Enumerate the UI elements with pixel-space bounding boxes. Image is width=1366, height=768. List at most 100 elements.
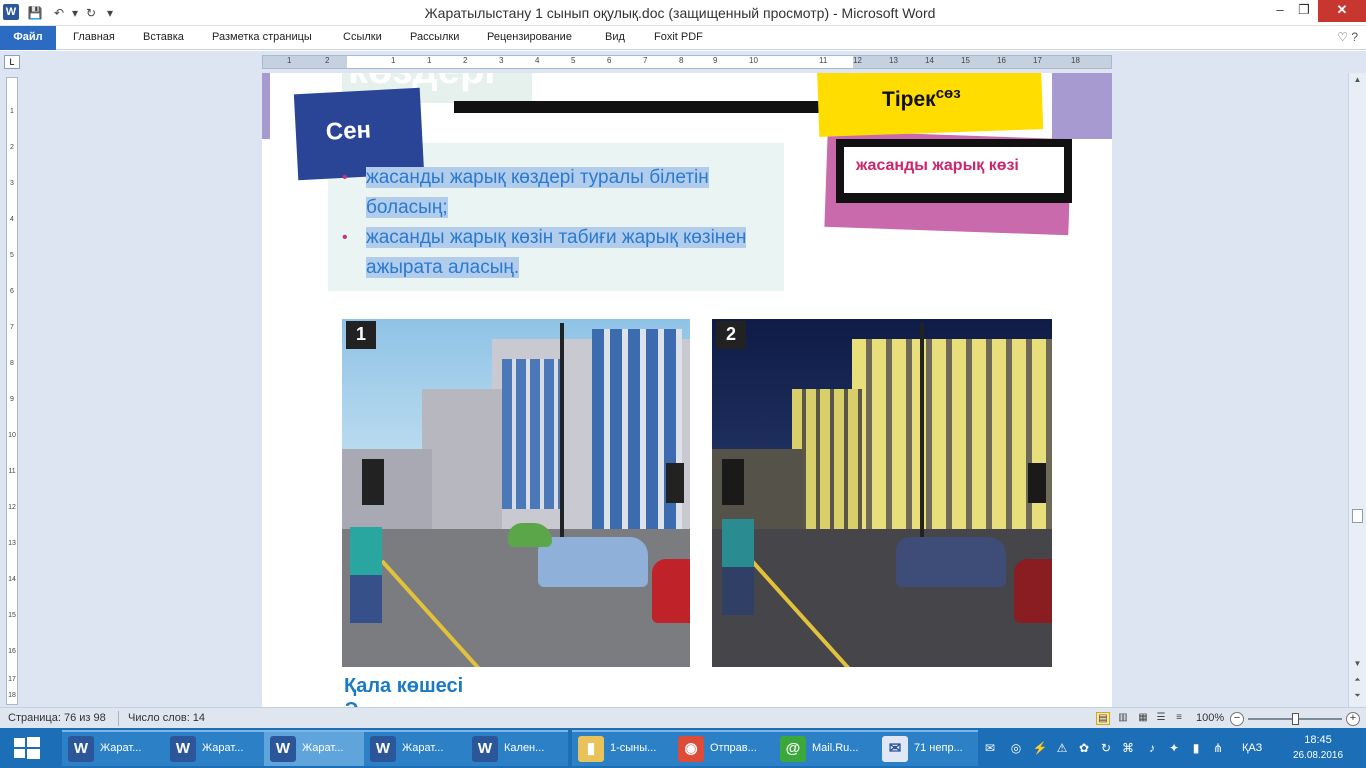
system-tray: ✉ ◎ ⚡ ⚠ ✿ ↻ ⌘ ♪ ✦ ▮ ⋔ ҚАЗ 18:45 26.08.20… xyxy=(980,728,1366,768)
app-tray-icon[interactable]: ✦ xyxy=(1166,740,1182,756)
ruler-tick: 2 xyxy=(463,56,468,65)
street-lamp xyxy=(920,323,924,543)
taskbar-app-8[interactable]: ✉ 71 непр... xyxy=(876,730,978,766)
taskbar-app-0[interactable]: W Жарат... xyxy=(62,730,164,766)
ruler-tick: 12 xyxy=(853,56,862,65)
full-screen-reading-icon[interactable]: ▥ xyxy=(1116,712,1130,725)
taskbar-app-3[interactable]: W Жарат... xyxy=(364,730,466,766)
restore-button[interactable]: ❐ xyxy=(1286,0,1322,22)
ruler-tick: 11 xyxy=(8,468,16,475)
warning-icon[interactable]: ⚠ xyxy=(1054,740,1070,756)
close-button[interactable]: ✕ xyxy=(1318,0,1366,22)
mail-tray-icon[interactable]: ✉ xyxy=(982,740,998,756)
network-device-icon[interactable]: ⌘ xyxy=(1120,740,1136,756)
clock-date[interactable]: 26.08.2016 xyxy=(1288,750,1348,761)
taskbar-app-6[interactable]: ◉ Отправ... xyxy=(672,730,774,766)
tab-mailings[interactable]: Рассылки xyxy=(410,31,459,43)
tab-insert[interactable]: Вставка xyxy=(143,31,184,43)
tab-home[interactable]: Главная xyxy=(73,31,115,43)
ribbon-tabs: Файл Главная Вставка Разметка страницы С… xyxy=(0,26,1366,50)
street-night-image[interactable]: 2 xyxy=(712,319,1052,667)
ruler-tick: 10 xyxy=(749,56,758,65)
ruler-tick: 9 xyxy=(10,396,14,403)
photo-number: 2 xyxy=(716,321,746,349)
scroll-up-icon[interactable]: ▲ xyxy=(1349,73,1366,87)
battery-icon[interactable]: ▮ xyxy=(1188,740,1204,756)
flash-icon[interactable]: ⚡ xyxy=(1032,740,1048,756)
ruler-tick: 17 xyxy=(8,676,16,683)
print-layout-icon[interactable]: ▤ xyxy=(1096,712,1110,725)
start-button[interactable] xyxy=(0,728,54,768)
volume-icon[interactable]: ♪ xyxy=(1144,740,1160,756)
ruler-tick: 14 xyxy=(8,576,16,583)
goal-item[interactable]: жасанды жарық көзін табиғи жарық көзінен… xyxy=(342,223,762,283)
draft-icon[interactable]: ≡ xyxy=(1172,712,1186,725)
taskbar-app-2[interactable]: W Жарат... xyxy=(264,730,366,766)
app-icon: ◉ xyxy=(678,736,704,762)
web-layout-icon[interactable]: ▦ xyxy=(1136,712,1150,725)
vertical-ruler[interactable]: 1 2 3 4 5 6 7 8 9 10 11 12 13 14 15 16 1… xyxy=(6,77,18,705)
word-logo-icon[interactable]: W xyxy=(3,4,19,20)
ruler-tick: 1 xyxy=(427,56,432,65)
taskbar-app-4[interactable]: W Кален... xyxy=(466,730,568,766)
tab-stop-selector[interactable]: L xyxy=(4,55,20,69)
zoom-in-button[interactable]: + xyxy=(1346,712,1360,726)
vertical-scrollbar[interactable]: ▲ ▼ ⏶ ⏷ xyxy=(1348,73,1366,707)
word-counter[interactable]: Число слов: 14 xyxy=(128,712,205,724)
language-indicator[interactable]: ҚАЗ xyxy=(1242,742,1262,754)
tab-references[interactable]: Ссылки xyxy=(343,31,382,43)
antivirus-icon[interactable]: ◎ xyxy=(1008,740,1024,756)
horizontal-ruler[interactable]: 1 2 1 1 2 3 4 5 6 7 8 9 10 11 12 13 14 1… xyxy=(262,55,1112,69)
building xyxy=(342,449,432,529)
ruler-tick: 15 xyxy=(961,56,970,65)
vertical-ruler-area: 1 2 3 4 5 6 7 8 9 10 11 12 13 14 15 16 1… xyxy=(0,73,24,707)
document-area[interactable]: көздері Сен жасанды жарық көздері туралы… xyxy=(24,73,1348,707)
wifi-icon[interactable]: ⋔ xyxy=(1210,740,1226,756)
goal-item[interactable]: жасанды жарық көздері туралы білетін бол… xyxy=(342,163,762,223)
ruler-tick: 1 xyxy=(391,56,396,65)
undo-dropdown-icon[interactable]: ▾ xyxy=(70,3,80,23)
page-counter[interactable]: Страница: 76 из 98 xyxy=(8,712,106,724)
zoom-level[interactable]: 100% xyxy=(1196,712,1224,724)
ruler-tick: 9 xyxy=(713,56,718,65)
tab-foxit-pdf[interactable]: Foxit PDF xyxy=(654,31,703,43)
help-icon[interactable]: ♡ ? xyxy=(1337,30,1358,44)
app-label: Жарат... xyxy=(100,742,142,754)
street-day-image[interactable]: 1 xyxy=(342,319,690,667)
app-icon: ✉ xyxy=(882,736,908,762)
decorative-bar xyxy=(454,101,824,113)
traffic-light xyxy=(362,459,384,505)
save-icon[interactable]: 💾 xyxy=(26,3,44,23)
app-label: Жарат... xyxy=(302,742,344,754)
undo-icon[interactable]: ↶ xyxy=(50,3,68,23)
goal-text: жасанды жарық көзін табиғи жарық көзінен… xyxy=(366,227,747,278)
taskbar-app-5[interactable]: ▮ 1-сыны... xyxy=(572,730,674,766)
tab-file[interactable]: Файл xyxy=(0,26,56,50)
app-tray-icon[interactable]: ✿ xyxy=(1076,740,1092,756)
zoom-slider-handle[interactable] xyxy=(1292,713,1299,725)
ruler-tick: 8 xyxy=(10,360,14,367)
prev-page-icon[interactable]: ⏶ xyxy=(1349,673,1366,687)
ruler-tick: 3 xyxy=(10,180,14,187)
scroll-down-icon[interactable]: ▼ xyxy=(1349,657,1366,671)
goal-text: жасанды жарық көздері туралы білетін бол… xyxy=(366,167,709,218)
tab-review[interactable]: Рецензирование xyxy=(487,31,572,43)
keyword-header-sup: сөз xyxy=(935,85,961,102)
app-icon: W xyxy=(472,736,498,762)
customize-qat-icon[interactable]: ▾ xyxy=(104,3,116,23)
ruler-tick: 18 xyxy=(8,692,16,699)
tab-page-layout[interactable]: Разметка страницы xyxy=(212,31,312,43)
scroll-thumb[interactable] xyxy=(1352,509,1363,523)
taskbar-app-7[interactable]: @ Mail.Ru... xyxy=(774,730,876,766)
traffic-light xyxy=(1028,463,1046,503)
keyword-card: жасанды жарық көзі xyxy=(836,139,1072,203)
document-page[interactable]: көздері Сен жасанды жарық көздері туралы… xyxy=(262,73,1112,707)
taskbar-app-1[interactable]: W Жарат... xyxy=(164,730,266,766)
next-page-icon[interactable]: ⏷ xyxy=(1349,689,1366,703)
clock-time[interactable]: 18:45 xyxy=(1288,734,1348,746)
tab-view[interactable]: Вид xyxy=(605,31,625,43)
zoom-out-button[interactable]: − xyxy=(1230,712,1244,726)
update-icon[interactable]: ↻ xyxy=(1098,740,1114,756)
redo-icon[interactable]: ↻ xyxy=(82,3,100,23)
outline-icon[interactable]: ☰ xyxy=(1154,712,1168,725)
